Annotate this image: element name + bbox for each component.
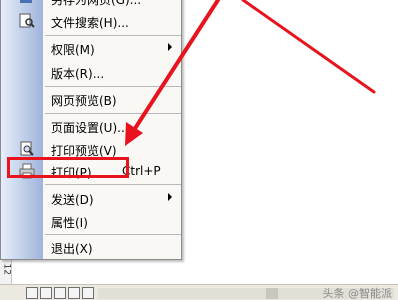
print-layout-view-button[interactable]	[54, 287, 66, 299]
reading-view-button[interactable]	[82, 287, 94, 299]
annotation-arrow-icon	[125, 0, 376, 146]
web-layout-view-button[interactable]	[40, 287, 52, 299]
scrollbar-thumb[interactable]	[266, 288, 278, 299]
outline-view-button[interactable]	[68, 287, 80, 299]
normal-view-button[interactable]	[26, 287, 38, 299]
watermark: 头条 @智能派	[322, 287, 393, 300]
